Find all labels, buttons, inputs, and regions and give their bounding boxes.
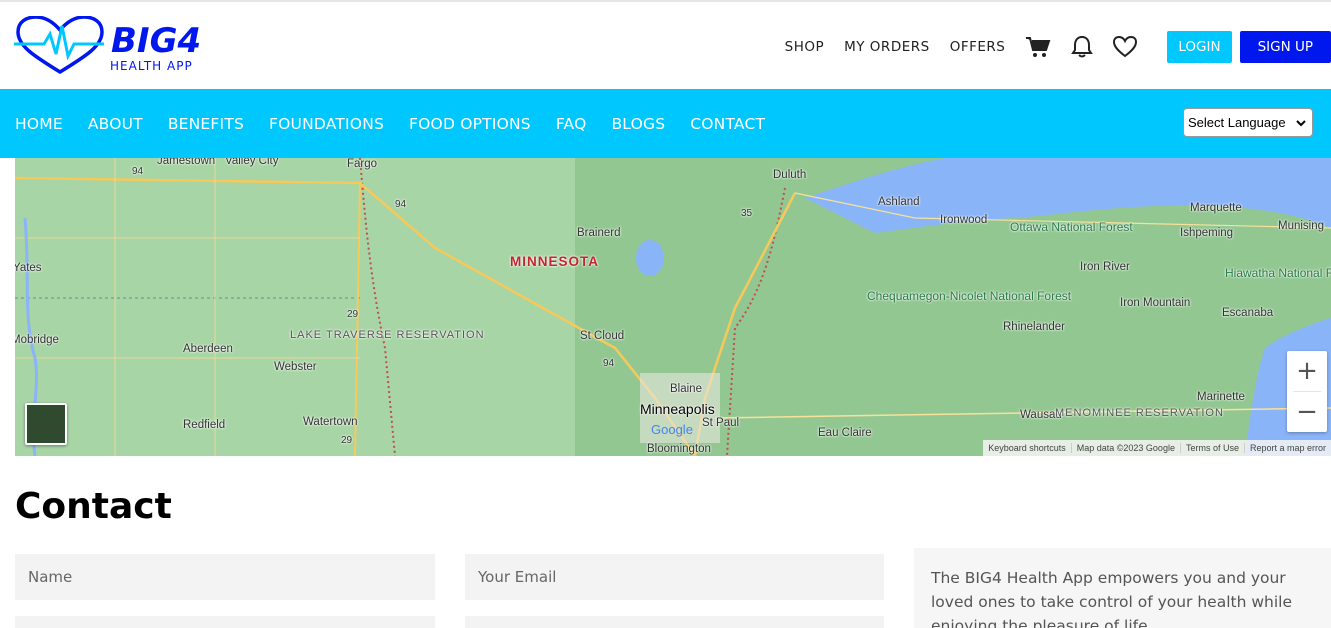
map-label-city: Minneapolis [640, 401, 715, 417]
name-input[interactable]: Name [15, 554, 435, 600]
map-label-place: Redfield [183, 419, 226, 431]
nav-item-food-options[interactable]: FOOD OPTIONS [409, 115, 531, 133]
map-attribution: Keyboard shortcuts Map data ©2023 Google… [983, 440, 1331, 456]
highway-shield: 35 [741, 208, 753, 219]
map-label-state: MINNESOTA [510, 254, 599, 269]
nav-item-home[interactable]: HOME [15, 115, 63, 133]
contact-title: Contact [15, 486, 172, 527]
highway-shield: 29 [341, 435, 353, 446]
map-label-place: Ishpeming [1180, 227, 1234, 239]
map-label-forest: Hiawatha National Forest [1225, 266, 1331, 280]
top-header: BIG4 HEALTH APP SHOP MY ORDERS OFFERS LO… [0, 0, 1331, 89]
terms-of-use-link[interactable]: Terms of Use [1179, 443, 1244, 453]
language-select[interactable]: Select Language [1183, 108, 1313, 137]
keyboard-shortcuts-link[interactable]: Keyboard shortcuts [983, 443, 1071, 453]
top-navigation: SHOP MY ORDERS OFFERS LOGIN SIGN UP [785, 2, 1331, 91]
main-navigation: HOME ABOUT BENEFITS FOUNDATIONS FOOD OPT… [0, 89, 1331, 158]
highway-shield: 94 [132, 166, 144, 177]
map-label-place: Ashland [878, 196, 920, 208]
report-map-error-link[interactable]: Report a map error [1243, 443, 1331, 453]
signup-button[interactable]: SIGN UP [1239, 30, 1331, 63]
contact-field[interactable] [465, 616, 884, 628]
map-label-reservation: LAKE TRAVERSE RESERVATION [290, 329, 485, 341]
google-logo: Google [651, 422, 693, 437]
logo-wordmark: BIG4 [111, 21, 201, 61]
nav-item-foundations[interactable]: FOUNDATIONS [269, 115, 384, 133]
map-label-place: Yates [15, 262, 42, 274]
shop-link[interactable]: SHOP [785, 39, 825, 55]
map-label-place: Ironwood [940, 214, 988, 226]
nav-item-benefits[interactable]: BENEFITS [168, 115, 244, 133]
map-label-place: Jamestown [157, 158, 216, 167]
map-label-place: Fargo [347, 158, 378, 170]
bell-icon[interactable] [1071, 35, 1094, 59]
map-label-place: Escanaba [1222, 307, 1274, 319]
nav-item-about[interactable]: ABOUT [88, 115, 143, 133]
offers-link[interactable]: OFFERS [950, 39, 1006, 55]
nav-item-blogs[interactable]: BLOGS [611, 115, 665, 133]
google-map[interactable]: MINNESOTA Jamestown Valley City Fargo Du… [15, 158, 1331, 456]
login-button[interactable]: LOGIN [1167, 30, 1232, 63]
map-label-place: Eau Claire [818, 427, 872, 439]
heart-icon[interactable] [1113, 35, 1138, 58]
map-label-place: Iron Mountain [1120, 297, 1191, 309]
map-label-place: Munising [1278, 220, 1325, 232]
map-label-place: Duluth [773, 169, 807, 181]
email-input[interactable]: Your Email [465, 554, 884, 600]
map-label-forest: Ottawa National Forest [1010, 220, 1133, 234]
zoom-controls: + − [1287, 351, 1327, 432]
logo-tagline: HEALTH APP [110, 59, 193, 73]
big4-logo[interactable]: BIG4 HEALTH APP [14, 16, 229, 78]
language-select-value: Select Language [1188, 115, 1286, 130]
contact-info-text: The BIG4 Health App empowers you and you… [931, 569, 1293, 628]
map-label-place: Webster [274, 361, 317, 373]
nav-item-contact[interactable]: CONTACT [690, 115, 765, 133]
map-data-text: Map data ©2023 Google [1070, 443, 1180, 453]
map-label-place: Marquette [1190, 202, 1242, 214]
highway-shield: 29 [347, 309, 359, 320]
map-label-place: Blaine [670, 383, 702, 395]
map-label-reservation: MENOMINEE RESERVATION [1055, 407, 1224, 419]
my-orders-link[interactable]: MY ORDERS [844, 39, 930, 55]
contact-field[interactable] [15, 616, 435, 628]
map-label-place: Iron River [1080, 261, 1130, 273]
satellite-toggle[interactable] [25, 403, 67, 445]
cart-icon[interactable] [1025, 36, 1051, 58]
highway-shield: 94 [395, 199, 407, 210]
contact-info-box: The BIG4 Health App empowers you and you… [914, 548, 1331, 628]
zoom-out-button[interactable]: − [1287, 392, 1327, 432]
highway-shield: 94 [603, 358, 615, 369]
map-label-place: Valley City [225, 158, 279, 167]
map-label-place: Rhinelander [1003, 321, 1066, 333]
zoom-in-button[interactable]: + [1287, 351, 1327, 391]
map-label-place: Bloomington [647, 443, 711, 455]
nav-item-faq[interactable]: FAQ [556, 115, 587, 133]
map-label-place: Watertown [303, 416, 358, 428]
chevron-down-icon [1296, 120, 1306, 127]
map-label-forest: Chequamegon-Nicolet National Forest [867, 289, 1072, 303]
map-label-place: Aberdeen [183, 343, 233, 355]
map-label-place: St Paul [702, 417, 740, 429]
map-label-place: Brainerd [577, 227, 621, 239]
map-label-place: St Cloud [580, 330, 625, 342]
map-label-place: Mobridge [15, 334, 59, 346]
map-label-place: Marinette [1197, 391, 1245, 403]
